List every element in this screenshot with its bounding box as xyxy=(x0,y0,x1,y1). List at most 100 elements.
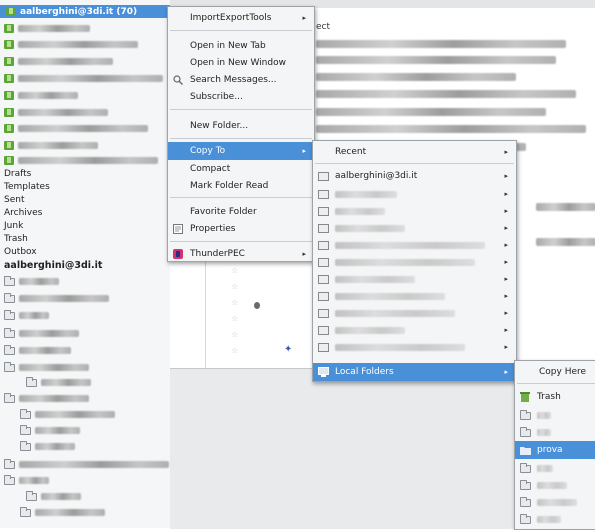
menu-item-favorite-folder[interactable]: Favorite Folder xyxy=(168,203,314,221)
account-row-2[interactable]: aalberghini@3di.it xyxy=(4,259,102,272)
thread-row[interactable] xyxy=(316,40,566,48)
menu-item-local-folders[interactable]: Local Folders ▸ xyxy=(313,363,516,381)
menu-separator xyxy=(517,383,595,384)
folder-row[interactable] xyxy=(4,275,59,288)
menu-item-account[interactable]: ▸ xyxy=(313,219,516,237)
folder-row[interactable] xyxy=(20,424,80,437)
menu-item-folder[interactable] xyxy=(515,423,595,441)
menu-item-account[interactable]: ▸ xyxy=(313,304,516,322)
folder-drafts[interactable]: Drafts xyxy=(4,167,31,180)
star-icon[interactable]: ☆ xyxy=(231,330,238,339)
thread-row[interactable] xyxy=(316,108,546,116)
star-icon[interactable]: ☆ xyxy=(231,282,238,291)
star-icon[interactable]: ☆ xyxy=(231,298,238,307)
menu-item-folder[interactable] xyxy=(515,510,595,528)
menu-separator xyxy=(170,109,312,110)
menu-item-folder[interactable] xyxy=(515,459,595,477)
star-icon[interactable]: ☆ xyxy=(231,346,238,355)
folder-icon xyxy=(4,156,14,165)
menu-item-search-messages[interactable]: Search Messages... xyxy=(168,71,314,89)
menu-separator xyxy=(170,241,312,242)
folder-row[interactable] xyxy=(4,106,108,119)
account-row-selected[interactable]: aalberghini@3di.it (70) xyxy=(0,5,170,18)
submenu-arrow-icon: ▸ xyxy=(504,190,508,198)
folder-icon xyxy=(4,392,15,403)
folder-row[interactable] xyxy=(4,344,71,357)
menu-item-open-new-window[interactable]: Open in New Window xyxy=(168,54,314,72)
menu-item-account[interactable]: ▸ xyxy=(313,202,516,220)
menu-item-subscribe[interactable]: Subscribe... xyxy=(168,88,314,106)
menu-item-folder[interactable] xyxy=(515,406,595,424)
thread-row[interactable] xyxy=(316,73,516,81)
folder-row[interactable] xyxy=(4,309,49,322)
folder-templates[interactable]: Templates xyxy=(4,180,50,193)
menu-item-account[interactable]: ▸ xyxy=(313,287,516,305)
menu-item-account[interactable]: ▸ xyxy=(313,253,516,271)
folder-icon xyxy=(4,74,14,83)
folder-archives[interactable]: Archives xyxy=(4,206,42,219)
menu-item-thunderpec[interactable]: ThunderPEC ▸ xyxy=(168,245,314,263)
folder-row[interactable] xyxy=(26,490,81,503)
folder-row[interactable] xyxy=(4,89,78,102)
menu-item-new-folder[interactable]: New Folder... xyxy=(168,117,314,135)
thread-row[interactable] xyxy=(536,238,595,246)
folder-row[interactable] xyxy=(20,506,105,519)
menu-item-account[interactable]: ▸ xyxy=(313,338,516,356)
folder-row[interactable] xyxy=(4,458,169,471)
folder-row[interactable] xyxy=(4,122,148,135)
menu-item-recent[interactable]: Recent ▸ xyxy=(313,143,516,161)
folder-row[interactable] xyxy=(20,408,115,421)
submenu-arrow-icon: ▸ xyxy=(504,241,508,249)
trash-icon xyxy=(520,392,531,402)
folder-row[interactable] xyxy=(4,327,79,340)
menu-item-folder[interactable] xyxy=(515,476,595,494)
menu-item-folder[interactable] xyxy=(515,493,595,511)
folder-icon xyxy=(520,427,531,437)
folder-icon xyxy=(4,40,14,49)
folder-trash[interactable]: Trash xyxy=(4,232,28,245)
thread-row[interactable] xyxy=(316,90,576,98)
menu-item-properties[interactable]: Properties xyxy=(168,220,314,238)
folder-row[interactable] xyxy=(20,440,75,453)
menu-item-account[interactable]: ▸ xyxy=(313,236,516,254)
submenu-arrow-icon: ▸ xyxy=(504,258,508,266)
folder-junk[interactable]: Junk xyxy=(4,219,23,232)
star-icon[interactable]: ☆ xyxy=(231,314,238,323)
submenu-arrow-icon: ▸ xyxy=(302,250,306,258)
folder-row[interactable] xyxy=(4,361,89,374)
folder-row[interactable] xyxy=(4,72,163,85)
folder-sent[interactable]: Sent xyxy=(4,193,24,206)
attachment-icon xyxy=(254,302,260,309)
thread-row[interactable] xyxy=(316,125,586,133)
menu-item-copy-here[interactable]: Copy Here xyxy=(515,363,595,381)
mail-account-icon xyxy=(318,308,329,318)
folder-row[interactable] xyxy=(4,139,98,152)
menu-item-mark-folder-read[interactable]: Mark Folder Read xyxy=(168,177,314,195)
folder-row[interactable] xyxy=(4,38,138,51)
menu-item-copy-to[interactable]: Copy To ▸ xyxy=(168,142,314,160)
folder-icon xyxy=(4,309,15,320)
thread-row[interactable] xyxy=(536,203,595,211)
menu-item-open-new-tab[interactable]: Open in New Tab xyxy=(168,37,314,55)
folder-row[interactable] xyxy=(26,376,91,389)
menu-item-account[interactable]: ▸ xyxy=(313,185,516,203)
folder-row[interactable] xyxy=(4,154,158,167)
folder-icon xyxy=(520,463,531,473)
menu-item-prova[interactable]: prova xyxy=(515,441,595,459)
menu-item-account[interactable]: aalberghini@3di.it ▸ xyxy=(313,167,516,185)
folder-row[interactable] xyxy=(4,55,113,68)
thread-row[interactable] xyxy=(316,56,556,64)
menu-item-trash[interactable]: Trash xyxy=(515,388,595,406)
folder-row[interactable] xyxy=(4,392,89,405)
menu-item-compact[interactable]: Compact xyxy=(168,160,314,178)
menu-item-account[interactable]: ▸ xyxy=(313,321,516,339)
menu-item-account[interactable]: ▸ xyxy=(313,270,516,288)
column-header-subject[interactable]: ect xyxy=(316,22,330,32)
star-icon[interactable]: ☆ xyxy=(231,266,238,275)
folder-row[interactable] xyxy=(4,474,49,487)
menu-item-importexporttools[interactable]: ImportExportTools ▸ xyxy=(168,9,314,27)
folder-row[interactable] xyxy=(4,292,109,305)
local-folders-icon xyxy=(318,367,329,377)
folder-outbox[interactable]: Outbox xyxy=(4,245,37,258)
folder-row[interactable] xyxy=(4,22,90,35)
